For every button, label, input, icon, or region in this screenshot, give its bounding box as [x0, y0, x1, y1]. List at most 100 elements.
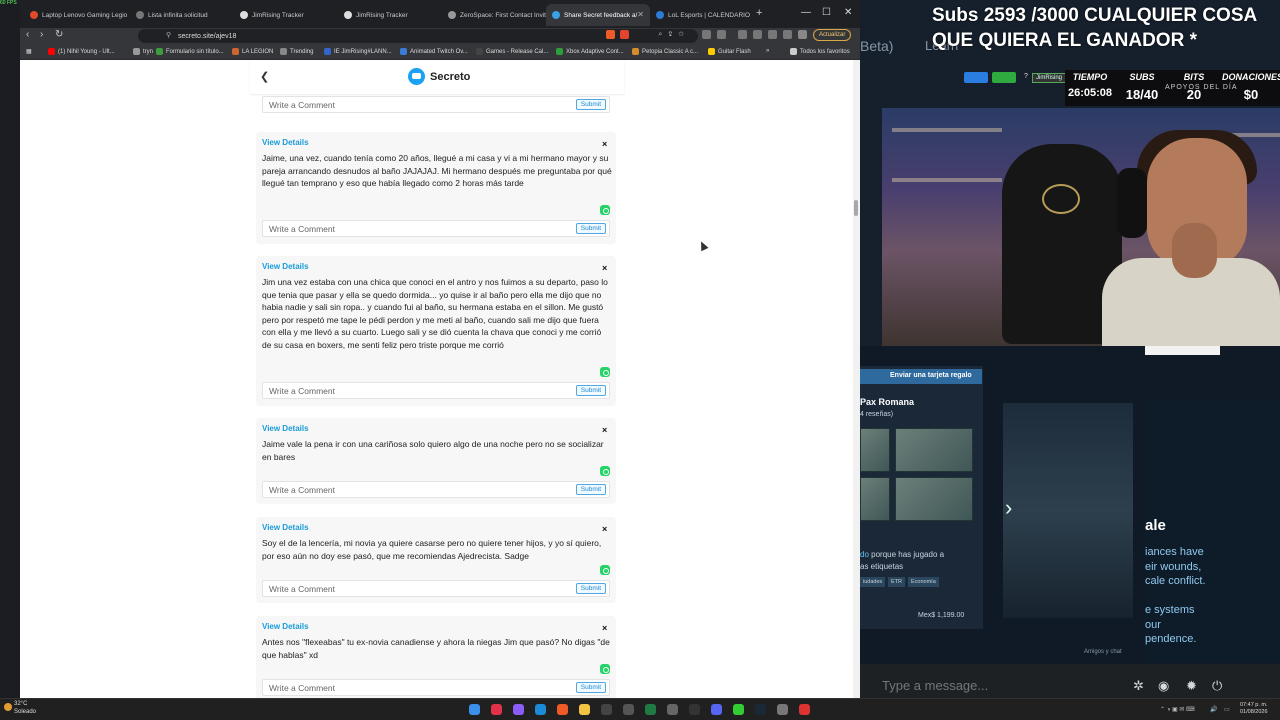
site-info-icon[interactable]: ⚲: [166, 31, 171, 39]
extension-icon[interactable]: [702, 30, 711, 39]
extension-icon[interactable]: [738, 30, 747, 39]
whatsapp-share-icon[interactable]: [600, 367, 610, 377]
bookmark-item[interactable]: IE JimRising#LANN...: [324, 48, 392, 55]
app-icon[interactable]: [601, 704, 612, 715]
submit-button[interactable]: Submit: [575, 682, 606, 693]
close-icon[interactable]: ×: [602, 524, 607, 534]
comment-field[interactable]: Write a Comment Submit: [262, 220, 610, 237]
comment-input[interactable]: Write a Comment: [269, 224, 335, 234]
comment-field[interactable]: Write a Comment Submit: [262, 382, 610, 399]
comment-input[interactable]: Write a Comment: [269, 386, 335, 396]
browser-tab[interactable]: JimRising Tracker: [338, 4, 442, 26]
whatsapp-share-icon[interactable]: [600, 565, 610, 575]
whatsapp-share-icon[interactable]: [600, 205, 610, 215]
apps-icon[interactable]: ▦: [26, 48, 32, 55]
app-icon[interactable]: [777, 704, 788, 715]
browser-tab[interactable]: ZeroSpace: First Contact Invit: [442, 4, 546, 26]
more-bookmarks-icon[interactable]: »: [766, 48, 769, 54]
comment-input[interactable]: Write a Comment: [269, 485, 335, 495]
view-details-link[interactable]: View Details: [262, 262, 309, 271]
close-icon[interactable]: ×: [602, 139, 607, 149]
omnibox-actions-icon[interactable]: ⌕⇪☆: [658, 31, 690, 39]
folder-icon[interactable]: [579, 704, 590, 715]
submit-button[interactable]: Submit: [575, 484, 606, 495]
browser-tab[interactable]: Laptop Lenovo Gaming Legio: [24, 4, 128, 26]
browser-tab[interactable]: LoL Esports | CALENDARIO: [650, 4, 754, 26]
bookmark-item[interactable]: (1) Nihil Young - Ult...: [48, 48, 115, 55]
minimize-icon[interactable]: —: [801, 7, 811, 18]
whatsapp-share-icon[interactable]: [600, 466, 610, 476]
brave-icon[interactable]: [557, 704, 568, 715]
update-button[interactable]: Actualizar: [813, 29, 852, 41]
comment-input[interactable]: Write a Comment: [269, 683, 335, 693]
reload-icon[interactable]: ↻: [55, 29, 63, 40]
back-icon[interactable]: ‹: [26, 29, 29, 40]
game-tag[interactable]: ETR: [888, 577, 905, 587]
bookmark-folder[interactable]: Todos los favoritos: [790, 48, 850, 55]
submit-button[interactable]: Submit: [575, 223, 606, 234]
submit-button[interactable]: Submit: [575, 385, 606, 396]
friends-chat-link[interactable]: Amigos y chat: [1084, 649, 1122, 655]
new-tab-icon[interactable]: +: [756, 7, 762, 19]
view-details-link[interactable]: View Details: [262, 138, 309, 147]
chat-input[interactable]: Type a message...: [882, 678, 988, 693]
discord-icon[interactable]: [711, 704, 722, 715]
bookmark-item[interactable]: Xbox Adaptive Cont...: [556, 48, 624, 55]
extension-icon[interactable]: [753, 30, 762, 39]
screenshot-thumb[interactable]: [895, 477, 973, 521]
browser-tab[interactable]: Lista infinita solicitud: [130, 4, 234, 26]
screenshot-thumb[interactable]: [860, 477, 890, 521]
bookmark-item[interactable]: Guitar Flash: [708, 48, 751, 55]
comment-field[interactable]: Write a Comment Submit: [262, 580, 610, 597]
whatsapp-share-icon[interactable]: [600, 664, 610, 674]
excel-icon[interactable]: [645, 704, 656, 715]
game-tag[interactable]: Economía: [908, 577, 939, 587]
browser-tab-active[interactable]: Share Secret feedback a/✕: [546, 4, 650, 26]
bookmark-item[interactable]: tryn: [133, 48, 153, 55]
bookmark-item[interactable]: LA LEGION: [232, 48, 273, 55]
tray-icons[interactable]: ⌃ ◑ ▣ ✉ ⌨: [1160, 706, 1195, 713]
tab-close-icon[interactable]: ✕: [637, 10, 644, 19]
power-icon[interactable]: ⏻: [1212, 678, 1222, 694]
screenshot-thumb[interactable]: [895, 428, 973, 472]
brave-shield-icon[interactable]: [606, 30, 615, 39]
battery-icon[interactable]: ▭: [1224, 706, 1230, 713]
submit-button[interactable]: Submit: [575, 583, 606, 594]
back-arrow-icon[interactable]: ❮: [260, 70, 269, 83]
game-tag[interactable]: iudades: [860, 577, 886, 587]
submit-button[interactable]: Submit: [575, 99, 606, 110]
rewards-icon[interactable]: [620, 30, 629, 39]
app-icon[interactable]: [733, 704, 744, 715]
media-icon[interactable]: [689, 704, 700, 715]
comment-input[interactable]: Write a Comment: [269, 100, 335, 110]
bookmark-item[interactable]: Animated Twitch Ov...: [400, 48, 468, 55]
app-icon[interactable]: [491, 704, 502, 715]
discord-icon[interactable]: ◉: [1158, 678, 1169, 694]
extension-icon[interactable]: [768, 30, 777, 39]
bookmark-item[interactable]: Formulario sin título...: [156, 48, 224, 55]
extension-icon[interactable]: [717, 30, 726, 39]
steam-icon[interactable]: [755, 704, 766, 715]
close-icon[interactable]: ×: [602, 623, 607, 633]
view-details-link[interactable]: View Details: [262, 622, 309, 631]
system-clock[interactable]: 07:47 p. m. 01/08/2026: [1240, 702, 1268, 716]
vpn-icon[interactable]: [798, 30, 807, 39]
comment-field[interactable]: Write a Comment Submit: [262, 481, 610, 498]
browser-tab[interactable]: JimRising Tracker: [234, 4, 338, 26]
forward-icon[interactable]: ›: [40, 29, 43, 40]
maximize-icon[interactable]: ☐: [822, 7, 831, 18]
volume-icon[interactable]: 🔊: [1210, 706, 1217, 713]
comment-input[interactable]: Write a Comment: [269, 584, 335, 594]
page-scrollbar[interactable]: [853, 60, 860, 698]
close-icon[interactable]: ×: [602, 263, 607, 273]
wallet-icon[interactable]: [783, 30, 792, 39]
bookmark-item[interactable]: Petopia Classic A c...: [632, 48, 698, 55]
bug-icon[interactable]: ✹: [1186, 678, 1197, 694]
close-icon[interactable]: ×: [602, 425, 607, 435]
weather-widget[interactable]: 32°C Soleado: [14, 700, 36, 716]
chevron-right-icon[interactable]: ›: [1005, 495, 1012, 521]
gear-icon[interactable]: ✲: [1133, 678, 1144, 694]
view-details-link[interactable]: View Details: [262, 424, 309, 433]
start-icon[interactable]: [469, 704, 480, 715]
comment-field[interactable]: Write a Comment Submit: [262, 96, 610, 113]
